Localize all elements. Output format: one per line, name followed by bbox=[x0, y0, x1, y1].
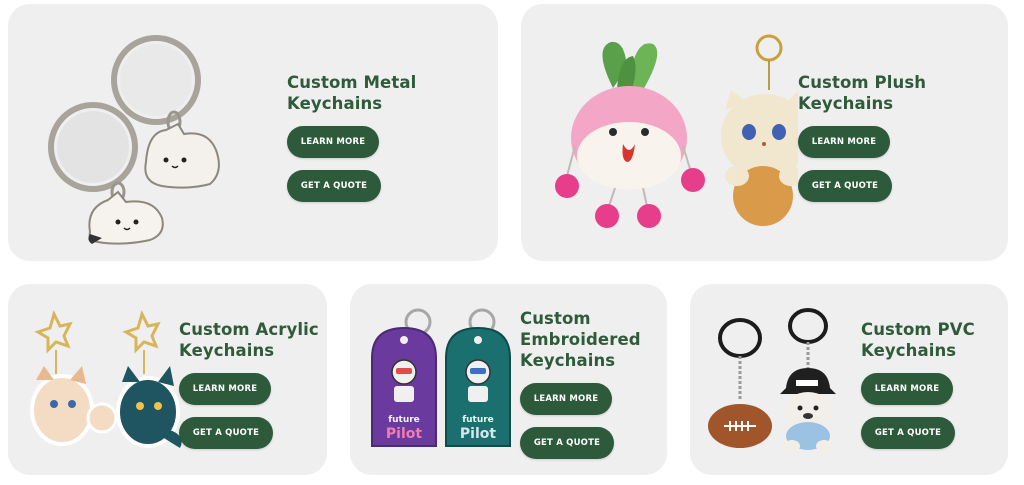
learn-more-button[interactable]: LEARN MORE bbox=[287, 126, 379, 158]
title-line: Custom Plush bbox=[798, 73, 927, 92]
acrylic-keychain-image bbox=[24, 310, 184, 450]
get-a-quote-button[interactable]: GET A QUOTE bbox=[287, 170, 381, 202]
card-embroidered-keychains: future Pilot future Pilot Custom Embroid… bbox=[350, 284, 667, 475]
get-a-quote-button[interactable]: GET A QUOTE bbox=[520, 427, 614, 459]
card-acrylic-keychains: Custom Acrylic Keychains LEARN MORE GET … bbox=[8, 284, 327, 475]
pvc-info: Custom PVC Keychains LEARN MORE GET A QU… bbox=[861, 319, 975, 449]
learn-more-button[interactable]: LEARN MORE bbox=[861, 373, 953, 405]
tag-text: Pilot bbox=[386, 426, 422, 442]
title-line: Embroidered bbox=[520, 330, 641, 349]
tag-text: future bbox=[462, 415, 494, 425]
card-plush-keychains: Custom Plush Keychains LEARN MORE GET A … bbox=[521, 4, 1008, 261]
plush-info: Custom Plush Keychains LEARN MORE GET A … bbox=[798, 72, 926, 202]
card-metal-keychains: Custom Metal Keychains LEARN MORE GET A … bbox=[8, 4, 498, 261]
learn-more-button[interactable]: LEARN MORE bbox=[798, 126, 890, 158]
title-line: Custom Acrylic bbox=[179, 320, 319, 339]
get-a-quote-button[interactable]: GET A QUOTE bbox=[861, 417, 955, 449]
metal-keychain-image bbox=[38, 22, 238, 247]
card-title: Custom PVC Keychains bbox=[861, 319, 975, 361]
learn-more-button[interactable]: LEARN MORE bbox=[179, 373, 271, 405]
pvc-keychain-image bbox=[704, 308, 854, 453]
title-line: Custom PVC bbox=[861, 320, 975, 339]
tag-text: future bbox=[388, 415, 420, 425]
title-line: Keychains bbox=[179, 341, 275, 360]
get-a-quote-button[interactable]: GET A QUOTE bbox=[179, 417, 273, 449]
title-line: Custom bbox=[520, 309, 591, 328]
card-title: Custom Acrylic Keychains bbox=[179, 319, 319, 361]
embroidered-info: Custom Embroidered Keychains LEARN MORE … bbox=[520, 308, 641, 459]
title-line: Custom Metal bbox=[287, 73, 417, 92]
card-title: Custom Metal Keychains bbox=[287, 72, 416, 114]
metal-info: Custom Metal Keychains LEARN MORE GET A … bbox=[287, 72, 416, 202]
title-line: Keychains bbox=[798, 94, 894, 113]
card-title: Custom Plush Keychains bbox=[798, 72, 926, 114]
card-title: Custom Embroidered Keychains bbox=[520, 308, 641, 371]
title-line: Keychains bbox=[287, 94, 383, 113]
acrylic-info: Custom Acrylic Keychains LEARN MORE GET … bbox=[179, 319, 319, 449]
learn-more-button[interactable]: LEARN MORE bbox=[520, 383, 612, 415]
card-pvc-keychains: Custom PVC Keychains LEARN MORE GET A QU… bbox=[690, 284, 1008, 475]
title-line: Keychains bbox=[861, 341, 957, 360]
plush-keychain-image bbox=[553, 28, 798, 238]
get-a-quote-button[interactable]: GET A QUOTE bbox=[798, 170, 892, 202]
title-line: Keychains bbox=[520, 351, 616, 370]
tag-text: Pilot bbox=[460, 426, 496, 442]
embroidered-keychain-image: future Pilot future Pilot bbox=[366, 306, 516, 451]
